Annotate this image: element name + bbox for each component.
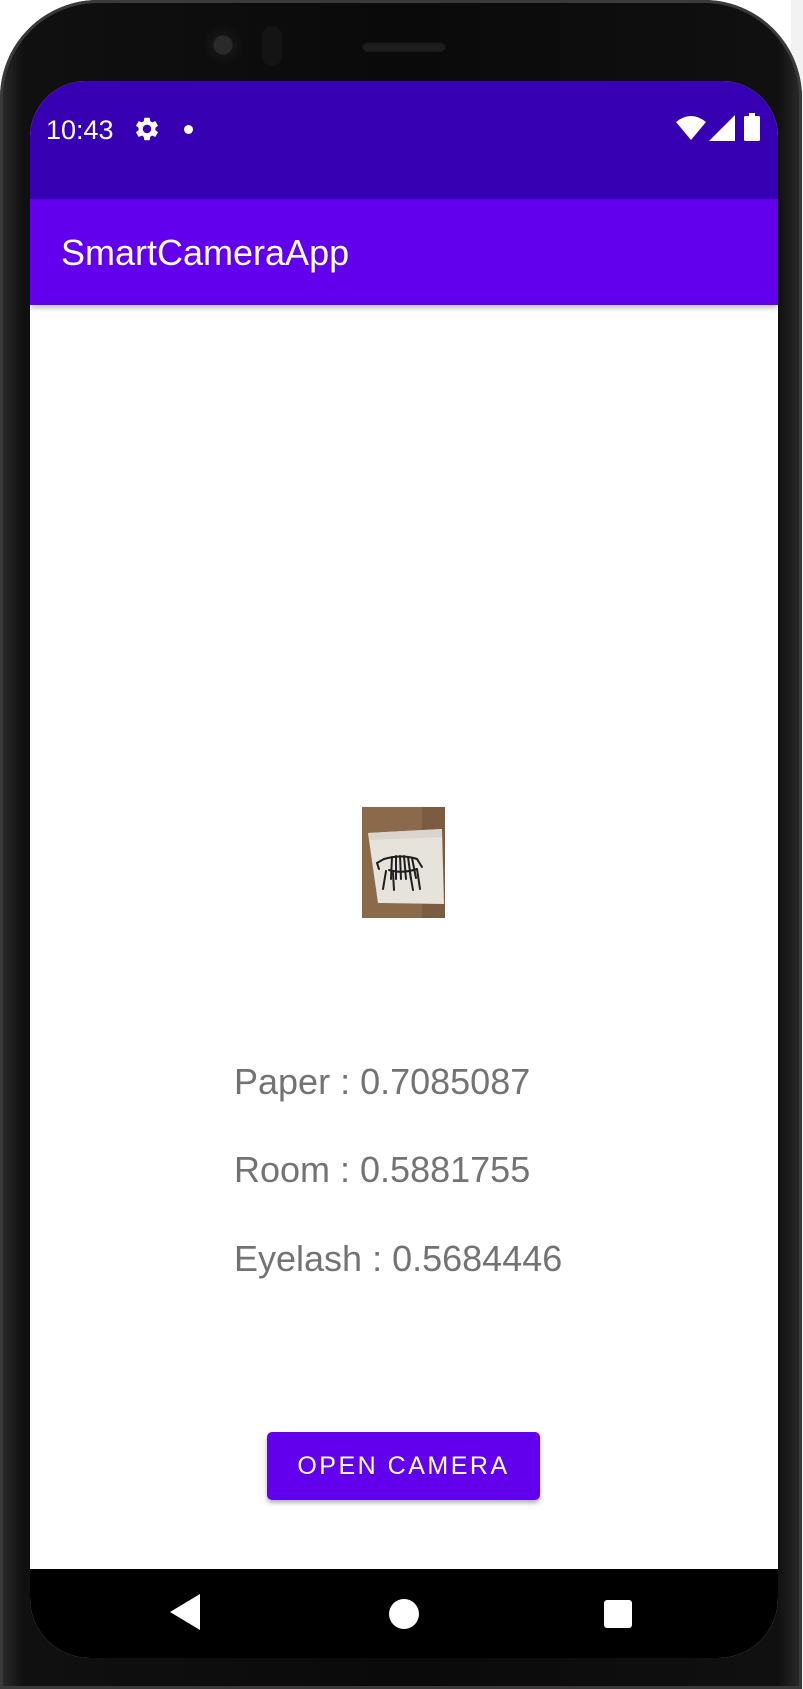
navigation-bar: [30, 1569, 778, 1658]
cell-signal-icon: [709, 115, 735, 141]
open-camera-button[interactable]: OPEN CAMERA: [267, 1432, 540, 1500]
wifi-icon: [676, 116, 706, 140]
earpiece-speaker: [362, 41, 446, 52]
front-camera: [202, 24, 244, 66]
status-bar: 10:43: [30, 81, 778, 199]
result-label: Paper : 0.7085087: [234, 1061, 531, 1102]
recents-icon[interactable]: [604, 1600, 632, 1628]
zebra-photo-thumbnail: [362, 807, 445, 918]
device-screen: 10:43 SmartCameraApp Paper: 0.7085087 R…: [30, 81, 778, 1658]
battery-icon: [744, 113, 760, 141]
back-icon[interactable]: [170, 1594, 200, 1630]
result-label: Eyelash : 0.5684446: [234, 1238, 563, 1279]
app-bar: SmartCameraApp: [30, 199, 778, 305]
home-icon[interactable]: [389, 1599, 419, 1629]
app-title: SmartCameraApp: [61, 232, 350, 273]
phone-frame: 10:43 SmartCameraApp Paper: 0.7085087 R…: [0, 0, 802, 1689]
proximity-sensor: [262, 26, 282, 66]
settings-icon: [136, 117, 158, 141]
status-time: 10:43: [46, 115, 114, 145]
result-label: Room : 0.5881755: [234, 1149, 531, 1190]
notification-dot-icon: [184, 125, 193, 134]
